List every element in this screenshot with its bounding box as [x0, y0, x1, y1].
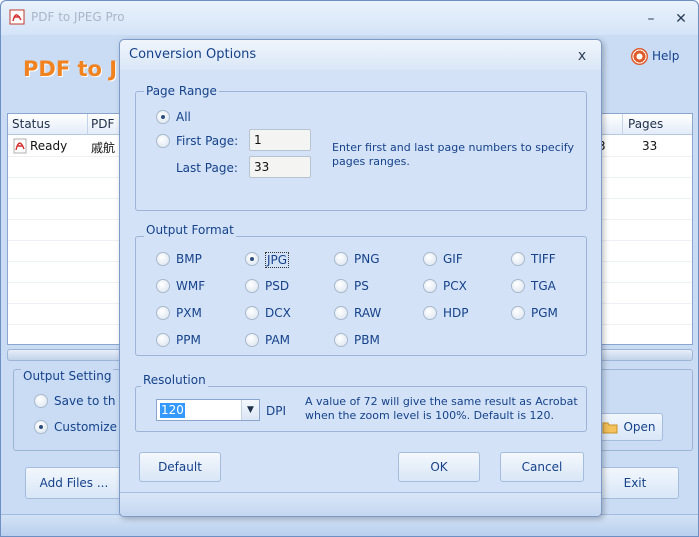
format-radio-tiff[interactable] [511, 252, 525, 266]
save-to-radio[interactable] [34, 394, 48, 408]
format-radio-dcx[interactable] [245, 306, 259, 320]
format-label-tiff[interactable]: TIFF [531, 252, 556, 266]
format-label-psd[interactable]: PSD [265, 279, 289, 293]
minimize-button[interactable]: – [641, 9, 661, 29]
first-page-radio[interactable] [156, 134, 170, 148]
default-button[interactable]: Default [139, 452, 221, 482]
cancel-button[interactable]: Cancel [500, 452, 584, 482]
app-banner-title: PDF to J [23, 57, 118, 81]
format-radio-psd[interactable] [245, 279, 259, 293]
output-settings-legend: Output Setting [21, 369, 114, 383]
format-label-tga[interactable]: TGA [531, 279, 556, 293]
column-separator [87, 114, 88, 135]
format-radio-png[interactable] [334, 252, 348, 266]
output-format-legend: Output Format [144, 223, 236, 237]
pdf-file-icon [13, 138, 27, 154]
format-label-gif[interactable]: GIF [443, 252, 463, 266]
dialog-footer [120, 492, 601, 516]
open-label: Open [623, 420, 656, 434]
main-titlebar: PDF to JPEG Pro – ✕ [1, 1, 698, 35]
dpi-label: DPI [266, 404, 287, 418]
cancel-label: Cancel [521, 460, 563, 474]
dialog-titlebar: Conversion Options x [120, 40, 601, 70]
format-radio-pcx[interactable] [423, 279, 437, 293]
save-to-label[interactable]: Save to th [54, 394, 115, 408]
help-link[interactable]: Help [631, 47, 679, 65]
open-button[interactable]: Open [595, 413, 663, 441]
page-range-hint: Enter first and last page numbers to spe… [332, 141, 574, 168]
format-label-bmp[interactable]: BMP [176, 252, 202, 266]
dropdown-arrow-icon[interactable]: ▼ [241, 400, 259, 420]
help-label: Help [652, 49, 680, 63]
add-files-button[interactable]: Add Files ... [25, 467, 123, 499]
format-label-hdp[interactable]: HDP [443, 306, 469, 320]
last-page-input[interactable]: 33 [249, 156, 311, 178]
first-page-input[interactable]: 1 [249, 129, 311, 151]
conversion-options-dialog: Conversion Options x Page Range All Firs… [119, 39, 602, 517]
all-pages-radio[interactable] [156, 110, 170, 124]
exit-button[interactable]: Exit [591, 467, 679, 499]
ok-button[interactable]: OK [398, 452, 480, 482]
first-page-label[interactable]: First Page: [176, 134, 238, 148]
row-status: Ready [30, 139, 68, 153]
format-radio-tga[interactable] [511, 279, 525, 293]
format-label-pam[interactable]: PAM [265, 333, 290, 347]
format-label-jpg[interactable]: JPG [265, 252, 290, 268]
format-radio-pgm[interactable] [511, 306, 525, 320]
column-header-pdf[interactable]: PDF I [91, 117, 122, 131]
default-label: Default [158, 460, 202, 474]
format-label-pcx[interactable]: PCX [443, 279, 467, 293]
page-range-legend: Page Range [144, 84, 219, 98]
exit-label: Exit [623, 476, 647, 490]
format-radio-ppm[interactable] [156, 333, 170, 347]
dialog-title: Conversion Options [129, 47, 257, 62]
format-radio-ps[interactable] [334, 279, 348, 293]
all-pages-label[interactable]: All [176, 110, 191, 124]
resolution-value: 120 [160, 403, 185, 418]
resolution-combobox[interactable]: 120 ▼ [156, 399, 260, 421]
status-bar [1, 514, 698, 536]
row-pages: 33 [642, 139, 658, 153]
lifebuoy-icon [631, 47, 648, 65]
format-radio-wmf[interactable] [156, 279, 170, 293]
pdf-app-icon [9, 9, 25, 25]
format-radio-pxm[interactable] [156, 306, 170, 320]
format-label-ppm[interactable]: PPM [176, 333, 201, 347]
ok-label: OK [430, 460, 448, 474]
format-radio-pam[interactable] [245, 333, 259, 347]
folder-icon [602, 422, 618, 434]
resolution-legend: Resolution [141, 373, 208, 387]
customize-radio[interactable] [34, 420, 48, 434]
format-label-png[interactable]: PNG [354, 252, 380, 266]
dialog-close-button[interactable]: x [573, 47, 591, 65]
format-radio-jpg[interactable] [245, 252, 259, 266]
close-window-button[interactable]: ✕ [671, 9, 691, 29]
format-label-pxm[interactable]: PXM [176, 306, 202, 320]
resolution-hint: A value of 72 will give the same result … [305, 395, 578, 422]
format-radio-pbm[interactable] [334, 333, 348, 347]
format-radio-hdp[interactable] [423, 306, 437, 320]
format-radio-raw[interactable] [334, 306, 348, 320]
format-radio-gif[interactable] [423, 252, 437, 266]
column-header-status[interactable]: Status [12, 117, 50, 131]
last-page-label: Last Page: [176, 161, 238, 175]
column-header-pages[interactable]: Pages [628, 117, 663, 131]
format-label-pgm[interactable]: PGM [531, 306, 558, 320]
add-files-label: Add Files ... [39, 476, 109, 490]
format-label-dcx[interactable]: DCX [265, 306, 291, 320]
column-separator [622, 114, 623, 135]
format-radio-bmp[interactable] [156, 252, 170, 266]
row-pdf-name: 戚航 [91, 141, 116, 155]
format-label-wmf[interactable]: WMF [176, 279, 205, 293]
customize-label[interactable]: Customize [54, 420, 117, 434]
format-label-pbm[interactable]: PBM [354, 333, 380, 347]
window-title: PDF to JPEG Pro [31, 10, 125, 24]
format-label-raw[interactable]: RAW [354, 306, 381, 320]
format-label-ps[interactable]: PS [354, 279, 369, 293]
